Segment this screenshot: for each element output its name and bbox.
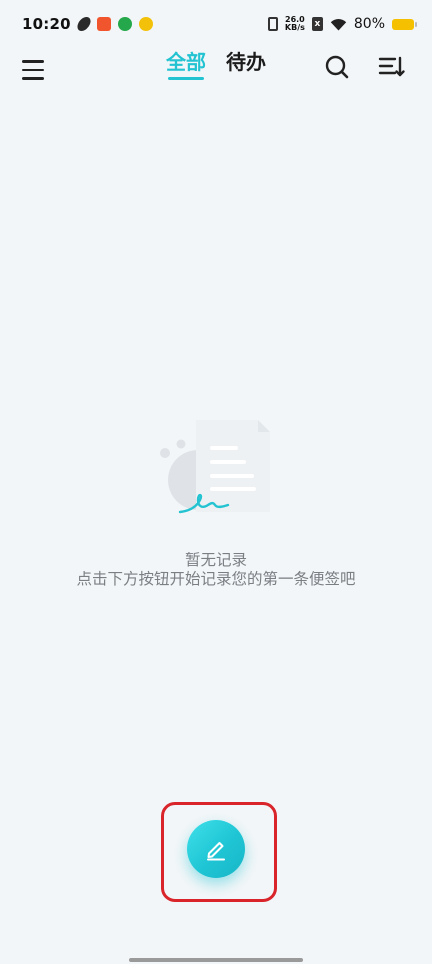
status-bar-left: 10:20 — [22, 15, 153, 33]
network-speed: 26.0 KB/s — [285, 16, 305, 32]
network-speed-unit: KB/s — [284, 23, 305, 32]
sort-button[interactable] — [378, 54, 406, 80]
empty-state-title: 暂无记录 — [184, 551, 247, 569]
edit-pencil-icon — [207, 842, 225, 861]
battery-percent: 80% — [353, 16, 385, 32]
menu-icon — [22, 60, 44, 63]
tab-all-label: 全部 — [166, 50, 206, 74]
weibo-notification-icon — [138, 17, 153, 31]
home-indicator[interactable] — [129, 958, 303, 962]
empty-state-description: 点击下方按钮开始记录您的第一条便签吧 — [76, 570, 356, 588]
sort-icon — [378, 56, 405, 77]
tab-todo[interactable]: 待办 — [226, 48, 266, 96]
battery-icon — [392, 18, 417, 30]
new-note-button[interactable] — [187, 820, 245, 878]
tab-bar: 全部 待办 — [166, 48, 266, 96]
sim-icon: x — [311, 17, 323, 31]
empty-note-icon — [158, 420, 274, 520]
app-bar: 全部 待办 — [0, 48, 432, 96]
tab-active-indicator — [168, 77, 204, 80]
vibrate-icon — [267, 17, 278, 31]
tab-todo-label: 待办 — [226, 50, 266, 74]
search-icon — [325, 55, 349, 79]
menu-icon-line — [22, 77, 44, 80]
menu-icon-line — [22, 68, 44, 72]
tab-all[interactable]: 全部 — [166, 48, 206, 96]
status-time: 10:20 — [22, 15, 71, 33]
app-notification-icon — [117, 17, 132, 31]
search-button[interactable] — [324, 54, 350, 80]
app-notification-icon — [96, 17, 111, 31]
wifi-icon — [330, 18, 347, 30]
status-bar: 10:20 26.0 KB/s x 80% — [0, 0, 432, 48]
status-bar-right: 26.0 KB/s x 80% — [267, 16, 417, 32]
menu-button[interactable] — [22, 58, 46, 82]
app-notification-icon — [75, 17, 93, 31]
